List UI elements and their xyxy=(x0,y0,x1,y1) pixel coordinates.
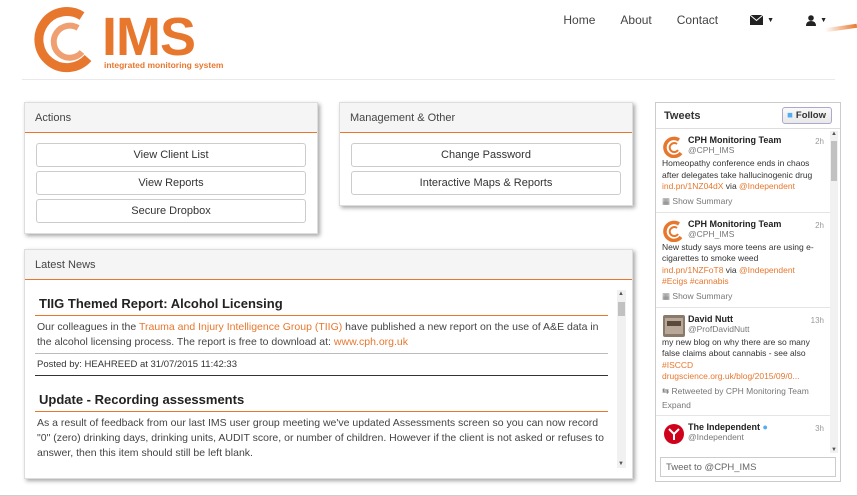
nav-home[interactable]: Home xyxy=(563,13,595,27)
tweet: The Independent ● @Independent 3h xyxy=(656,416,832,447)
summary-icon: ▦ xyxy=(662,290,671,301)
news-heading: TIIG Themed Report: Alcohol Licensing xyxy=(39,296,283,311)
user-icon xyxy=(806,14,817,26)
tweet-author[interactable]: David Nutt xyxy=(688,314,826,324)
news-posted-by: Posted by: HEAHREED at 31/07/2015 11:42:… xyxy=(35,353,608,376)
tweet-mention[interactable]: @Independent xyxy=(739,181,795,191)
summary-icon: ▦ xyxy=(662,195,671,206)
tweet-time[interactable]: 13h xyxy=(811,316,824,325)
change-password-button[interactable]: Change Password xyxy=(351,143,621,167)
tweet-handle[interactable]: @CPH_IMS xyxy=(688,145,826,155)
tweet: David Nutt @ProfDavidNutt 13h my new blo… xyxy=(656,308,832,416)
tweet-hashtags[interactable]: #ISCCD xyxy=(662,360,693,370)
tweet-link[interactable]: ind.pn/1NZFoT8 xyxy=(662,265,723,275)
logo-subtitle: integrated monitoring system xyxy=(104,60,224,70)
view-client-list-button[interactable]: View Client List xyxy=(36,143,306,167)
tweet-list[interactable]: CPH Monitoring Team @CPH_IMS 2h Homeopat… xyxy=(656,129,832,454)
news-divider xyxy=(35,315,608,316)
management-panel-title: Management & Other xyxy=(340,103,632,133)
main-nav: Home About Contact ▼ ▼ xyxy=(538,13,827,27)
tweet-time[interactable]: 3h xyxy=(815,424,824,433)
scrollbar-thumb[interactable] xyxy=(618,302,625,316)
cph-link[interactable]: www.cph.org.uk xyxy=(334,336,408,348)
news-divider xyxy=(35,411,608,412)
retweet-icon: ⇆ xyxy=(662,385,670,396)
tiig-link[interactable]: Trauma and Injury Intelligence Group (TI… xyxy=(139,321,342,333)
logo-text: IMS xyxy=(102,7,196,67)
user-dropdown[interactable]: ▼ xyxy=(806,14,827,26)
chevron-down-icon: ▼ xyxy=(820,16,827,24)
tweets-header: Tweets ■ Follow xyxy=(656,103,840,129)
tweet-author[interactable]: The Independent ● xyxy=(688,422,826,432)
logo-swirl-icon xyxy=(34,7,92,73)
tweet-text: New study says more teens are using e-ci… xyxy=(662,241,814,287)
tweet: CPH Monitoring Team @CPH_IMS 2h Homeopat… xyxy=(656,129,832,213)
nav-contact[interactable]: Contact xyxy=(677,13,718,27)
management-panel: Management & Other Change Password Inter… xyxy=(339,102,633,206)
news-text: As a result of feedback from our last IM… xyxy=(37,417,604,459)
chevron-down-icon: ▼ xyxy=(767,16,775,24)
retweet-info: ⇆ Retweeted by CPH Monitoring Team xyxy=(662,385,809,396)
scrollbar-thumb[interactable] xyxy=(831,141,837,181)
avatar[interactable] xyxy=(663,314,685,337)
tweet-text: my new blog on why there are so many fal… xyxy=(662,336,810,382)
scroll-up-icon[interactable]: ▲ xyxy=(831,131,837,137)
avatar[interactable] xyxy=(663,423,685,445)
decorative-streak xyxy=(824,23,857,33)
show-summary-link[interactable]: ▦ Show Summary xyxy=(662,196,826,207)
tweet-input[interactable]: Tweet to @CPH_IMS xyxy=(660,457,836,477)
envelope-icon xyxy=(750,15,764,25)
tweet-link[interactable]: drugscience.org.uk/blog/2015/09/0... xyxy=(662,371,800,381)
news-heading: Update - Recording assessments xyxy=(39,392,245,407)
news-item: TIIG Themed Report: Alcohol Licensing Ou… xyxy=(35,288,608,376)
actions-panel-title: Actions xyxy=(25,103,317,133)
tweet-time[interactable]: 2h xyxy=(815,221,824,230)
avatar[interactable] xyxy=(663,136,685,158)
interactive-maps-button[interactable]: Interactive Maps & Reports xyxy=(351,171,621,195)
tweet-time[interactable]: 2h xyxy=(815,137,824,146)
show-summary-link[interactable]: ▦ Show Summary xyxy=(662,291,826,302)
tweet-mention[interactable]: @Independent xyxy=(739,265,795,275)
news-feed[interactable]: TIIG Themed Report: Alcohol Licensing Ou… xyxy=(35,288,608,472)
site-header: IMS integrated monitoring system Home Ab… xyxy=(0,0,857,80)
tweet-hashtags[interactable]: #Ecigs #cannabis xyxy=(662,276,729,286)
secure-dropbox-button[interactable]: Secure Dropbox xyxy=(36,199,306,223)
nav-about[interactable]: About xyxy=(620,13,651,27)
expand-link[interactable]: Expand xyxy=(662,400,826,410)
scroll-down-icon[interactable]: ▼ xyxy=(831,447,837,453)
avatar[interactable] xyxy=(663,220,685,242)
tweet-author[interactable]: CPH Monitoring Team xyxy=(688,135,826,145)
scroll-up-icon[interactable]: ▲ xyxy=(618,291,624,297)
tweets-widget: Tweets ■ Follow CPH Monitoring Team @CPH_… xyxy=(655,102,841,482)
news-scrollbar[interactable]: ▲ ▼ xyxy=(617,290,626,468)
scroll-down-icon[interactable]: ▼ xyxy=(618,461,624,467)
tweet-handle[interactable]: @ProfDavidNutt xyxy=(688,324,826,334)
tweet-text: Homeopathy conference ends in chaos afte… xyxy=(662,158,813,191)
news-item: Update - Recording assessments As a resu… xyxy=(35,384,608,461)
latest-news-panel: Latest News TIIG Themed Report: Alcohol … xyxy=(24,249,633,479)
tweet-handle[interactable]: @CPH_IMS xyxy=(688,229,826,239)
tweets-scrollbar[interactable]: ▲ ▼ xyxy=(830,131,838,453)
latest-news-title: Latest News xyxy=(25,250,632,280)
tweet-link[interactable]: ind.pn/1NZ04dX xyxy=(662,181,723,191)
tweet-handle[interactable]: @Independent xyxy=(688,432,826,442)
header-divider xyxy=(22,79,835,80)
tweet-author[interactable]: CPH Monitoring Team xyxy=(688,219,826,229)
ims-logo[interactable]: IMS integrated monitoring system xyxy=(30,6,230,74)
actions-panel: Actions View Client List View Reports Se… xyxy=(24,102,318,234)
tweets-title: Tweets xyxy=(664,110,701,122)
news-text: Our colleagues in the Trauma and Injury … xyxy=(37,321,599,348)
twitter-bird-icon: ■ xyxy=(787,110,793,121)
follow-button[interactable]: ■ Follow xyxy=(782,107,832,124)
verified-icon: ● xyxy=(762,421,768,432)
view-reports-button[interactable]: View Reports xyxy=(36,171,306,195)
tweet: CPH Monitoring Team @CPH_IMS 2h New stud… xyxy=(656,213,832,308)
messages-dropdown[interactable]: ▼ xyxy=(750,15,774,25)
